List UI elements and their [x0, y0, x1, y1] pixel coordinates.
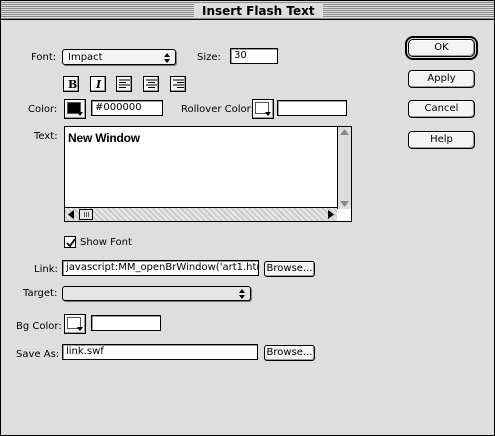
- apply-button[interactable]: Apply: [408, 70, 475, 88]
- italic-label: I: [96, 78, 102, 91]
- save-as-input[interactable]: link.swf: [62, 344, 258, 360]
- bg-color-hex-input[interactable]: [91, 315, 161, 331]
- link-input[interactable]: javascript:MM_openBrWindow('art1.html',: [62, 260, 259, 276]
- save-as-label: Save As:: [16, 349, 60, 360]
- show-font-label: Show Font: [80, 237, 132, 248]
- chevron-down-icon: [265, 112, 271, 116]
- ok-button[interactable]: OK: [405, 36, 478, 60]
- align-center-button[interactable]: [143, 76, 159, 92]
- popup-arrows-icon: [164, 53, 170, 63]
- rollover-color-swatch-button[interactable]: [252, 99, 274, 119]
- horizontal-scrollbar[interactable]: [65, 207, 337, 221]
- scroll-right-icon[interactable]: [328, 210, 334, 219]
- show-font-checkbox[interactable]: [64, 236, 76, 248]
- font-select[interactable]: Impact: [62, 49, 176, 65]
- save-as-browse-button[interactable]: Browse...: [264, 345, 315, 361]
- dialog-title: Insert Flash Text: [194, 4, 323, 18]
- size-input[interactable]: 30: [230, 48, 278, 64]
- cancel-button[interactable]: Cancel: [408, 100, 475, 118]
- bold-button[interactable]: B: [63, 76, 79, 92]
- rollover-color-label: Rollover Color:: [181, 104, 254, 115]
- color-hex-input[interactable]: #000000: [91, 100, 163, 116]
- scroll-up-icon[interactable]: [340, 129, 349, 135]
- popup-arrows-icon: [239, 289, 245, 299]
- title-bar[interactable]: Insert Flash Text: [1, 1, 494, 20]
- italic-button[interactable]: I: [90, 76, 106, 92]
- help-button[interactable]: Help: [408, 131, 475, 149]
- text-label: Text:: [34, 131, 58, 142]
- scroll-thumb[interactable]: [79, 209, 93, 220]
- link-label: Link:: [34, 264, 58, 275]
- align-right-button[interactable]: [170, 76, 186, 92]
- chevron-down-icon: [77, 327, 83, 331]
- checkmark-icon: [66, 238, 76, 248]
- size-label: Size:: [197, 52, 221, 63]
- font-label: Font:: [31, 52, 57, 63]
- bg-color-swatch-button[interactable]: [64, 314, 86, 334]
- color-label: Color:: [28, 104, 58, 115]
- insert-flash-text-dialog: Insert Flash Text Font: Impact Size: 30 …: [0, 0, 495, 436]
- align-left-icon: [119, 79, 130, 88]
- font-select-value: Impact: [68, 52, 103, 63]
- bg-color-label: Bg Color:: [16, 321, 62, 332]
- vertical-scrollbar[interactable]: [337, 127, 351, 209]
- link-browse-button[interactable]: Browse...: [264, 261, 315, 277]
- chevron-down-icon: [77, 112, 83, 116]
- scroll-left-icon[interactable]: [68, 210, 74, 219]
- text-area-content: New Window: [68, 131, 140, 145]
- text-area[interactable]: New Window: [64, 126, 352, 222]
- bold-label: B: [68, 78, 78, 91]
- align-left-button[interactable]: [116, 76, 132, 92]
- scroll-down-icon[interactable]: [340, 201, 349, 207]
- target-label: Target:: [23, 288, 58, 299]
- align-center-icon: [146, 79, 157, 88]
- target-select[interactable]: [62, 286, 251, 301]
- rollover-color-hex-input[interactable]: [277, 100, 347, 116]
- align-right-icon: [173, 79, 184, 88]
- color-swatch-button[interactable]: [64, 99, 86, 119]
